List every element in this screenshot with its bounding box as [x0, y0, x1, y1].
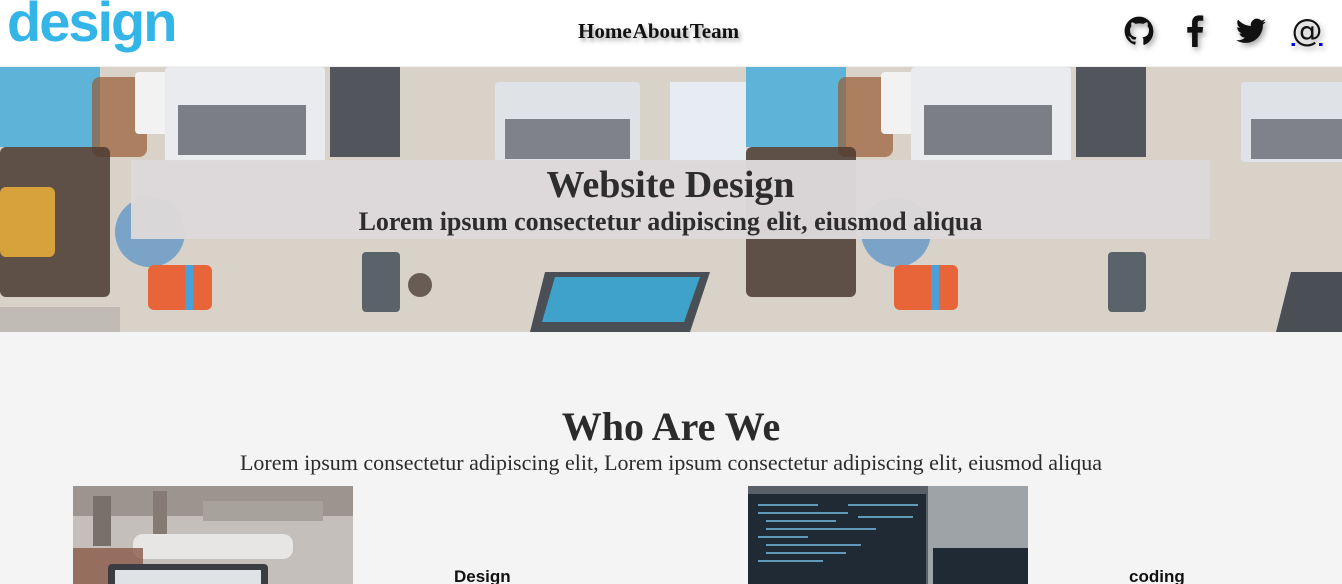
- hero-title: Website Design: [546, 164, 795, 206]
- section-title: Who Are We: [561, 404, 781, 449]
- hero-banner: Website Design Lorem ipsum consectetur a…: [0, 67, 1342, 332]
- twitter-icon[interactable]: [1234, 12, 1268, 50]
- site-header: design Home About Team @: [0, 0, 1342, 67]
- facebook-icon[interactable]: [1178, 12, 1212, 50]
- hero-caption-box: Website Design Lorem ipsum consectetur a…: [131, 160, 1210, 239]
- code-monitor-photo: [748, 486, 1028, 584]
- main-nav: Home About Team: [578, 19, 739, 44]
- design-card-image: [73, 486, 353, 584]
- social-links: @: [1122, 12, 1324, 50]
- nav-team-link[interactable]: Team: [690, 19, 739, 44]
- site-logo[interactable]: design: [7, 0, 177, 50]
- section-description: Lorem ipsum consectetur adipiscing elit,…: [239, 450, 1103, 475]
- hero-subtitle: Lorem ipsum consectetur adipiscing elit,…: [358, 207, 983, 236]
- nav-home-link[interactable]: Home: [578, 19, 632, 44]
- office-photo: [73, 486, 353, 584]
- nav-about-link[interactable]: About: [633, 19, 689, 44]
- email-at-icon[interactable]: @: [1290, 12, 1324, 50]
- card-label-design: Design: [454, 567, 511, 584]
- github-icon[interactable]: [1122, 12, 1156, 50]
- card-label-coding: coding: [1129, 567, 1185, 584]
- coding-card-image: [748, 486, 1028, 584]
